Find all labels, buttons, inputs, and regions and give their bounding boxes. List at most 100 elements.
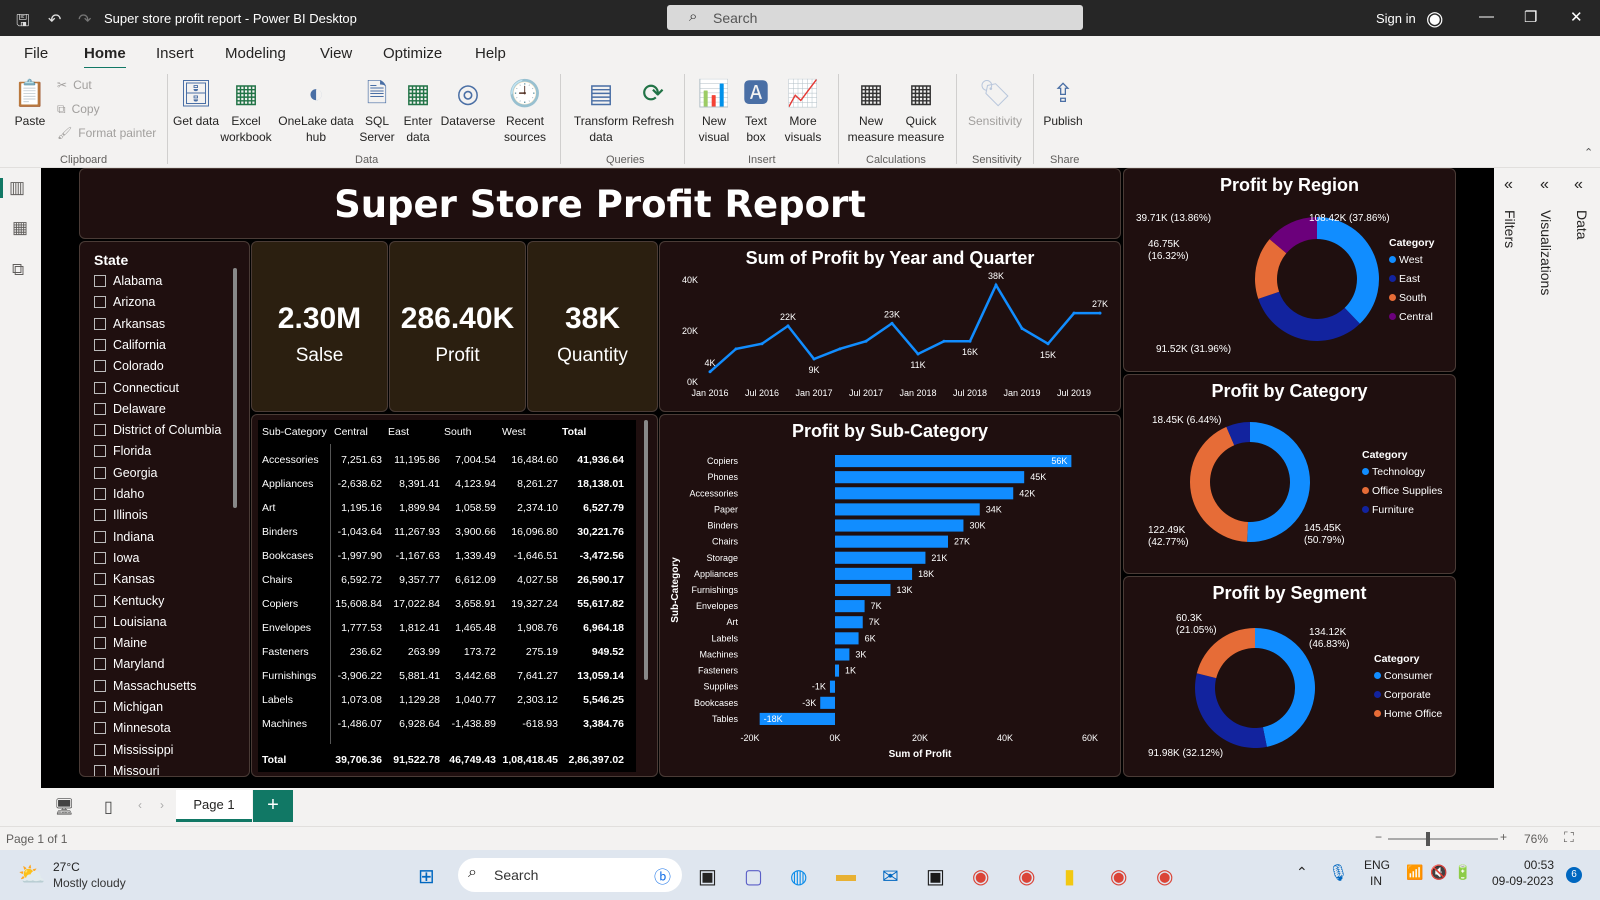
account-icon[interactable]: ◉ (1426, 6, 1443, 31)
donut-slice[interactable] (1317, 217, 1379, 324)
donut-slice[interactable] (1258, 291, 1360, 341)
language-region[interactable]: IN (1370, 874, 1382, 888)
checkbox[interactable] (94, 466, 106, 479)
page-tab-1[interactable]: Page 1 (176, 790, 252, 822)
tray-chevron-icon[interactable]: ⌃ (1296, 864, 1308, 881)
paste-button[interactable]: 📋 Paste (10, 76, 50, 129)
task-view-icon[interactable]: ▣ (698, 864, 717, 889)
table-row[interactable]: Furnishings -3,906.22 5,881.41 3,442.68 7,64… (258, 664, 636, 688)
table-scrollbar[interactable] (644, 420, 648, 680)
powerbi-icon[interactable]: ▮ (1064, 864, 1075, 889)
slicer-item[interactable]: Maryland (94, 657, 164, 671)
mail-icon[interactable]: ✉ (882, 864, 899, 889)
slicer-item[interactable]: Michigan (94, 700, 163, 714)
checkbox[interactable] (94, 275, 106, 287)
windows-start-icon[interactable]: ⊞ (418, 864, 435, 889)
zoom-slider[interactable] (1388, 832, 1498, 846)
segment-donut-panel[interactable]: Profit by Segment 60.3K (21.05%) 134.12K… (1123, 576, 1456, 777)
chrome-icon[interactable]: ◉ (972, 864, 989, 889)
collapse-ribbon-icon[interactable]: ⌃ (1584, 146, 1593, 159)
checkbox[interactable] (94, 764, 106, 776)
checkbox[interactable] (94, 296, 106, 309)
menu-home[interactable]: Home (84, 45, 126, 70)
visualizations-chevron-icon[interactable]: « (1540, 176, 1549, 194)
table-row[interactable]: Chairs 6,592.72 9,357.77 6,612.09 4,027.58 26… (258, 568, 636, 592)
publish-button[interactable]: ⇪ Publish (1040, 76, 1086, 129)
region-donut-panel[interactable]: Profit by Region 108.42K (37.86%) 91.52K… (1123, 168, 1456, 372)
state-slicer[interactable]: State Alabama Arizona Arkansas California Co… (79, 241, 250, 777)
slicer-item[interactable]: Connecticut (94, 381, 179, 395)
enter-data-button[interactable]: ▦ Enter data (400, 76, 436, 145)
checkbox[interactable] (94, 530, 106, 543)
checkbox[interactable] (94, 360, 106, 373)
search-input[interactable]: ⌕ Search (667, 5, 1083, 30)
checkbox[interactable] (94, 743, 106, 756)
checkbox[interactable] (94, 424, 106, 437)
zoom-in-icon[interactable]: + (1500, 830, 1507, 844)
checkbox[interactable] (94, 594, 106, 607)
checkbox[interactable] (94, 445, 106, 458)
line-chart-panel[interactable]: Sum of Profit by Year and Quarter 0K 20K 4… (659, 241, 1121, 412)
table-row[interactable]: Appliances -2,638.62 8,391.41 4,123.94 8,261… (258, 472, 636, 496)
checkbox[interactable] (94, 402, 106, 415)
table-row[interactable]: Copiers 15,608.84 17,022.84 3,658.91 19,327.… (258, 592, 636, 616)
slicer-item[interactable]: Kansas (94, 572, 155, 586)
table-row[interactable]: Labels 1,073.08 1,129.28 1,040.77 2,303.12 5,… (258, 688, 636, 712)
notification-badge[interactable]: 6 (1566, 867, 1582, 883)
sensitivity-button[interactable]: 🏷 Sensitivity (962, 76, 1028, 129)
excel-workbook-button[interactable]: ▦ Excel workbook (218, 76, 274, 145)
slicer-item[interactable]: Minnesota (94, 721, 171, 735)
legend-west[interactable]: West (1389, 254, 1435, 266)
chrome-profile-icon[interactable]: ◉ (1018, 864, 1035, 889)
category-donut-panel[interactable]: Profit by Category 18.45K (6.44%) 145.45… (1123, 374, 1456, 574)
legend-corporate[interactable]: Corporate (1374, 689, 1442, 701)
cut-button[interactable]: ✂ Cut (57, 78, 92, 92)
slicer-item[interactable]: Iowa (94, 551, 139, 565)
legend-technology[interactable]: Technology (1362, 466, 1442, 478)
quick-measure-button[interactable]: ▦ Quick measure (896, 76, 946, 145)
slicer-item[interactable]: District of Columbia (94, 423, 221, 437)
checkbox[interactable] (94, 615, 106, 628)
weather-icon[interactable]: ⛅ (18, 862, 45, 888)
checkbox[interactable] (94, 509, 106, 522)
donut-slice[interactable] (1255, 628, 1315, 747)
slicer-item[interactable]: Arkansas (94, 317, 165, 331)
filters-chevron-icon[interactable]: « (1504, 176, 1513, 194)
slicer-item[interactable]: Kentucky (94, 594, 164, 608)
onelake-button[interactable]: ◐ OneLake data hub (276, 76, 356, 145)
checkbox[interactable] (94, 573, 106, 586)
slicer-item[interactable]: Arizona (94, 295, 155, 309)
filters-pane-tab[interactable]: Filters (1502, 210, 1518, 248)
table-row[interactable]: Fasteners 236.62 263.99 173.72 275.19 949.52 (258, 640, 636, 664)
file-explorer-icon[interactable]: ▬ (836, 864, 856, 887)
sign-in-link[interactable]: Sign in (1376, 11, 1416, 26)
data-chevron-icon[interactable]: « (1574, 176, 1583, 194)
slicer-item[interactable]: Colorado (94, 359, 164, 373)
checkbox[interactable] (94, 658, 106, 671)
checkbox[interactable] (94, 551, 106, 564)
matrix-table[interactable]: Sub-Category Central East South West Total Acc… (258, 420, 636, 772)
table-row[interactable]: Accessories 7,251.63 11,195.86 7,004.54 16,4… (258, 448, 636, 472)
legend-consumer[interactable]: Consumer (1374, 670, 1442, 682)
more-visuals-button[interactable]: 📈 More visuals (776, 76, 830, 145)
slicer-item[interactable]: Idaho (94, 487, 144, 501)
table-row[interactable]: Binders -1,043.64 11,267.93 3,900.66 16,096.… (258, 520, 636, 544)
restore-icon[interactable]: ❐ (1524, 8, 1537, 26)
new-visual-button[interactable]: 📊 New visual (692, 76, 736, 145)
zoom-level[interactable]: 76% (1524, 832, 1548, 846)
undo-icon[interactable]: ↶ (48, 10, 61, 30)
clock-date[interactable]: 09-09-2023 (1492, 874, 1553, 888)
prev-page-icon[interactable]: ‹ (138, 798, 142, 812)
data-pane-tab[interactable]: Data (1574, 210, 1590, 240)
bar-chart-panel[interactable]: Profit by Sub-Category Copiers 56K Phones 4… (659, 414, 1121, 777)
wifi-icon[interactable]: 📶 (1406, 864, 1423, 881)
checkbox[interactable] (94, 701, 106, 713)
slicer-item[interactable]: Illinois (94, 508, 148, 522)
text-box-button[interactable]: 🅰 Text box (738, 76, 774, 145)
checkbox[interactable] (94, 488, 106, 500)
checkbox[interactable] (94, 381, 106, 394)
table-row[interactable]: Art 1,195.16 1,899.94 1,058.59 2,374.10 6,527… (258, 496, 636, 520)
menu-modeling[interactable]: Modeling (225, 45, 286, 62)
slicer-item[interactable]: California (94, 338, 166, 352)
checkbox[interactable] (94, 637, 106, 650)
